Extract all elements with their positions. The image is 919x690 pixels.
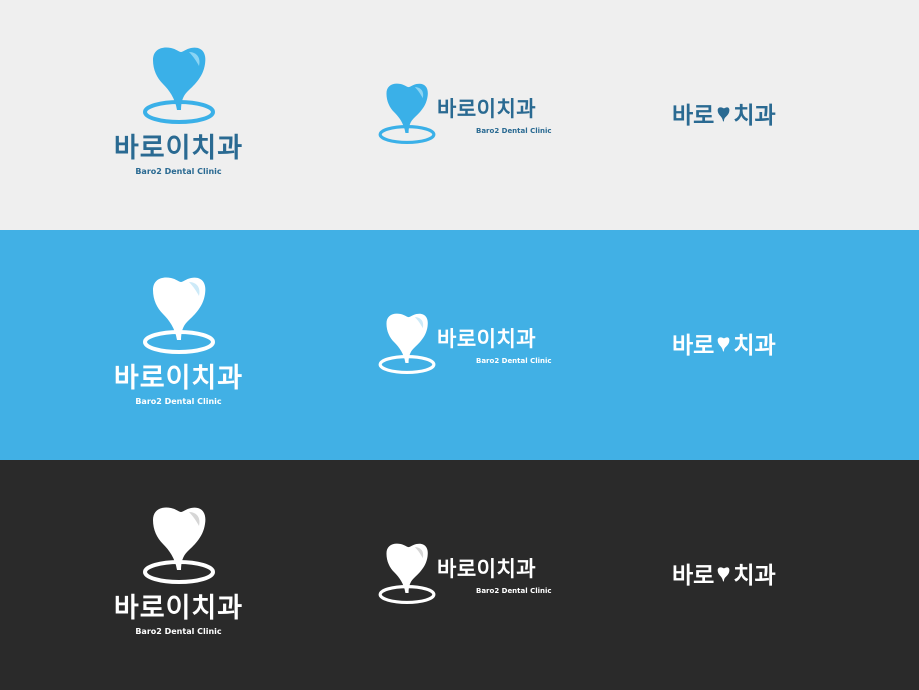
stacked-logo: 바로이치과 Baro2 Dental Clinic: [0, 0, 357, 230]
tooth-icon: [142, 507, 215, 584]
wordmark-logo: 바로 치과: [612, 0, 919, 230]
wordmark-logo: 바로 치과: [612, 230, 919, 460]
wordmark-text-left: 바로: [672, 332, 715, 359]
tooth-icon: [718, 566, 730, 581]
stacked-logo: 바로이치과 Baro2 Dental Clinic: [0, 460, 357, 690]
tooth-icon: [378, 543, 436, 605]
tooth-icon: [142, 277, 215, 354]
tooth-icon: [378, 313, 436, 374]
horizontal-logo: 바로이치과 Baro2 Dental Clinic: [357, 0, 612, 230]
horizontal-logo: 바로이치과 Baro2 Dental Clinic: [357, 460, 612, 690]
brand-name-english: Baro2 Dental Clinic: [476, 357, 552, 365]
logo-variant-band-light: 바로이치과 Baro2 Dental Clinic 바로이치과 Baro2 De…: [0, 0, 919, 230]
wordmark-text-right: 치과: [733, 332, 776, 359]
wordmark-text-right: 치과: [733, 562, 776, 589]
brand-name-english: Baro2 Dental Clinic: [476, 587, 552, 595]
brand-name-korean: 바로이치과: [437, 97, 537, 121]
brand-name-english: Baro2 Dental Clinic: [135, 627, 222, 636]
wordmark-text-left: 바로: [672, 102, 715, 129]
tooth-icon: [142, 47, 215, 124]
brand-name-korean: 바로이치과: [113, 593, 244, 624]
brand-name-korean: 바로이치과: [437, 557, 537, 581]
logo-variant-band-dark: 바로이치과 Baro2 Dental Clinic 바로이치과 Baro2 De…: [0, 460, 919, 690]
brand-name-korean: 바로이치과: [113, 363, 244, 394]
logo-variant-band-blue: 바로이치과 Baro2 Dental Clinic 바로이치과 Baro2 De…: [0, 230, 919, 460]
brand-name-english: Baro2 Dental Clinic: [135, 397, 222, 406]
wordmark-text-left: 바로: [672, 562, 715, 589]
brand-name-english: Baro2 Dental Clinic: [135, 167, 222, 176]
brand-name-korean: 바로이치과: [113, 133, 244, 164]
horizontal-logo: 바로이치과 Baro2 Dental Clinic: [357, 230, 612, 460]
tooth-icon: [718, 106, 730, 121]
brand-name-korean: 바로이치과: [437, 327, 537, 351]
wordmark-text-right: 치과: [733, 102, 776, 129]
brand-name-english: Baro2 Dental Clinic: [476, 127, 552, 135]
stacked-logo: 바로이치과 Baro2 Dental Clinic: [0, 230, 357, 460]
wordmark-logo: 바로 치과: [612, 460, 919, 690]
logo-variations-sheet: 바로이치과 Baro2 Dental Clinic 바로이치과 Baro2 De…: [0, 0, 919, 690]
tooth-icon: [378, 83, 436, 145]
tooth-icon: [718, 336, 730, 351]
